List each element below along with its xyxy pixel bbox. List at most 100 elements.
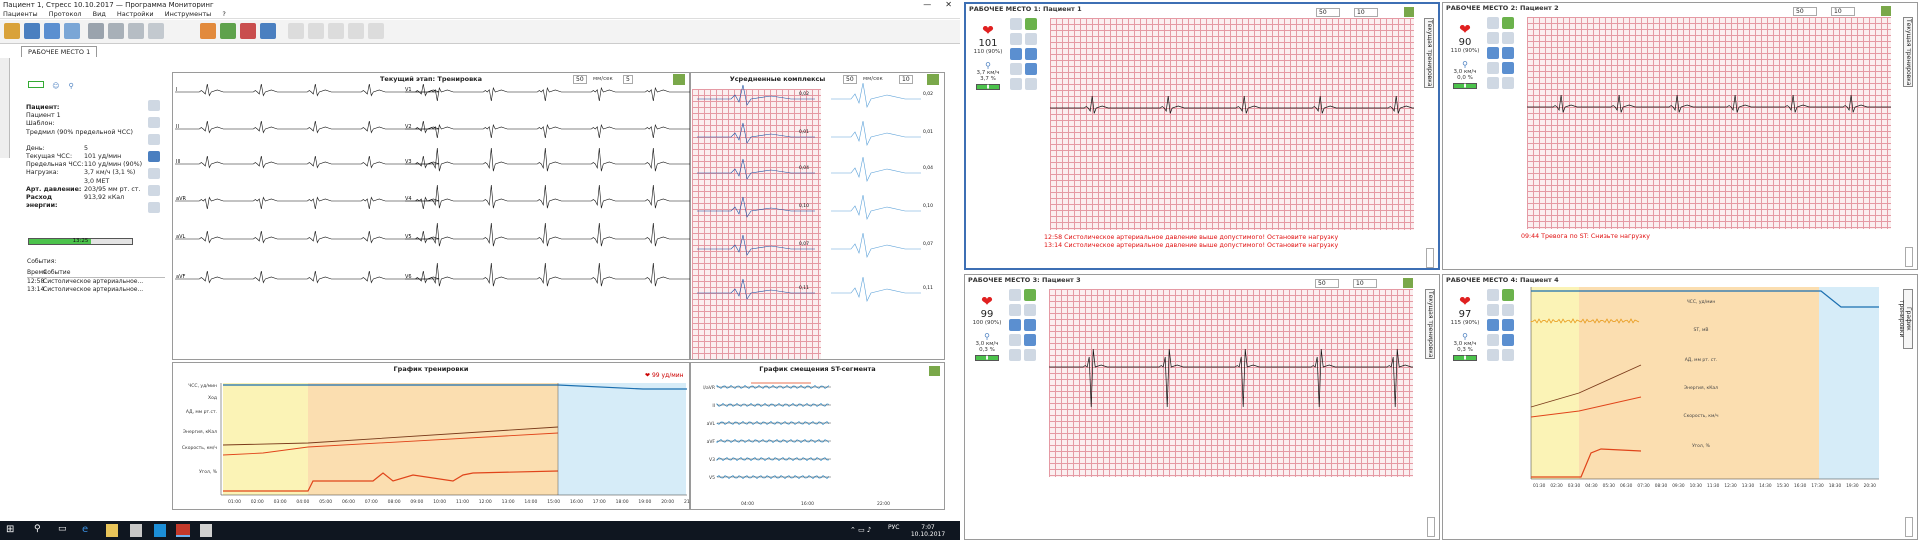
monitor-scrollbar[interactable] <box>1905 247 1913 267</box>
monitor-speed-select[interactable]: 50 <box>1316 8 1340 17</box>
layout-icon[interactable] <box>260 23 276 39</box>
side-tab[interactable]: Текущая тренировка <box>1424 18 1434 88</box>
edge-icon[interactable]: e <box>82 524 88 537</box>
search-icon[interactable]: ⚲ <box>34 524 41 537</box>
monitor-speed-select[interactable]: 50 <box>1315 279 1339 288</box>
monitor-tool-9-icon[interactable] <box>1010 78 1022 90</box>
cube-icon[interactable] <box>240 23 256 39</box>
monitor-tool-5-icon[interactable] <box>1487 47 1499 59</box>
explorer-icon[interactable] <box>106 524 118 537</box>
monitor-tool-2-icon[interactable] <box>1502 289 1514 301</box>
user-2-icon[interactable] <box>148 117 160 128</box>
minimize-icon[interactable]: — <box>923 0 931 9</box>
monitor-tool-8-icon[interactable] <box>1502 334 1514 346</box>
monitoring-app-icon[interactable] <box>176 524 190 537</box>
transfer-2-icon[interactable] <box>148 185 160 196</box>
patient-monitor-1[interactable]: РАБОЧЕЕ МЕСТО 1: Пациент 1 ❤ 101 110 (90… <box>964 2 1440 270</box>
monitor-tool-1-icon[interactable] <box>1010 18 1022 30</box>
monitor-tool-2-icon[interactable] <box>1024 289 1036 301</box>
side-tab[interactable]: Текущая тренировка <box>1903 17 1913 87</box>
monitor-settings-icon[interactable] <box>1404 7 1414 17</box>
monitor-tool-6-icon[interactable] <box>1025 48 1037 60</box>
monitor-tool-6-icon[interactable] <box>1502 319 1514 331</box>
task-view-icon[interactable]: ▭ <box>58 524 67 537</box>
menu-item-protocol[interactable]: Протокол <box>49 10 82 18</box>
monitor-settings-icon[interactable] <box>1881 6 1891 16</box>
monitor-gain-select[interactable]: 10 <box>1831 7 1855 16</box>
monitor-tool-6-icon[interactable] <box>1024 319 1036 331</box>
monitor-tool-7-icon[interactable] <box>1487 334 1499 346</box>
monitor-tool-3-icon[interactable] <box>1010 33 1022 45</box>
side-tabs[interactable] <box>0 58 10 158</box>
monitor-speed-select[interactable]: 50 <box>1793 7 1817 16</box>
person-icon[interactable]: ☺ <box>52 82 60 90</box>
monitor-tool-4-icon[interactable] <box>1502 32 1514 44</box>
side-tab[interactable]: График тренировки <box>1898 289 1913 349</box>
transfer-1-icon[interactable] <box>148 168 160 179</box>
monitor-icon[interactable] <box>44 23 60 39</box>
chart-icon[interactable] <box>148 23 164 39</box>
group-icon[interactable] <box>200 23 216 39</box>
monitor-tool-4-icon[interactable] <box>1024 304 1036 316</box>
ecg-icon[interactable] <box>64 23 80 39</box>
monitor-tool-5-icon[interactable] <box>1009 319 1021 331</box>
monitor-tool-9-icon[interactable] <box>1009 349 1021 361</box>
monitor-tool-4-icon[interactable] <box>1025 33 1037 45</box>
monitor-gain-select[interactable]: 10 <box>1354 8 1378 17</box>
user-3-icon[interactable] <box>148 134 160 145</box>
event-row[interactable]: 12:58 Систолическое артериальное... <box>27 278 165 286</box>
workplace-icon[interactable] <box>4 23 20 39</box>
report-icon[interactable] <box>108 23 124 39</box>
monitor-tool-10-icon[interactable] <box>1502 349 1514 361</box>
input-language[interactable]: РУС <box>888 524 899 537</box>
monitor-tool-6-icon[interactable] <box>1502 47 1514 59</box>
store-icon[interactable] <box>130 524 142 537</box>
monitor-scrollbar[interactable] <box>1427 517 1435 537</box>
menu-item-help[interactable]: ? <box>222 10 225 18</box>
monitor-tool-1-icon[interactable] <box>1487 289 1499 301</box>
skype-icon[interactable] <box>154 524 166 537</box>
monitor-tool-9-icon[interactable] <box>1487 349 1499 361</box>
monitor-tool-7-icon[interactable] <box>1010 63 1022 75</box>
tray-icons[interactable]: ⌃ ▭ ♪ <box>850 524 871 537</box>
users-icon[interactable] <box>220 23 236 39</box>
close-icon[interactable]: ✕ <box>945 0 952 9</box>
monitor-scrollbar[interactable] <box>1426 248 1434 268</box>
monitor-tool-2-icon[interactable] <box>1502 17 1514 29</box>
menu-item-view[interactable]: Вид <box>93 10 106 18</box>
tab-workplace-1[interactable]: РАБОЧЕЕ МЕСТО 1 <box>21 46 98 57</box>
event-row[interactable]: 13:14 Систолическое артериальное... <box>27 286 165 294</box>
chart-small-icon[interactable] <box>148 202 160 213</box>
monitor-tool-8-icon[interactable] <box>1502 62 1514 74</box>
monitor-settings-icon[interactable] <box>1403 278 1413 288</box>
patient-monitor-4[interactable]: РАБОЧЕЕ МЕСТО 4: Пациент 4 ❤ 97 115 (90%… <box>1442 274 1918 540</box>
app-icon[interactable] <box>200 524 212 537</box>
menu-item-tools[interactable]: Инструменты <box>165 10 212 18</box>
print-icon[interactable] <box>128 23 144 39</box>
monitor-tool-8-icon[interactable] <box>1025 63 1037 75</box>
monitor-tool-10-icon[interactable] <box>1025 78 1037 90</box>
monitor-tool-3-icon[interactable] <box>1487 32 1499 44</box>
windows-start-icon[interactable]: ⊞ <box>6 524 14 537</box>
monitor-tool-7-icon[interactable] <box>1487 62 1499 74</box>
monitor-tool-10-icon[interactable] <box>1024 349 1036 361</box>
monitor-tool-8-icon[interactable] <box>1024 334 1036 346</box>
monitor-tool-1-icon[interactable] <box>1487 17 1499 29</box>
run-icon[interactable]: ⚲ <box>68 82 76 90</box>
monitor-tool-4-icon[interactable] <box>1502 304 1514 316</box>
monitor-tool-3-icon[interactable] <box>1487 304 1499 316</box>
patient-monitor-2[interactable]: РАБОЧЕЕ МЕСТО 2: Пациент 2 ❤ 90 110 (90%… <box>1442 2 1918 270</box>
monitor-gain-select[interactable]: 10 <box>1353 279 1377 288</box>
system-clock[interactable]: 7:07 10.10.2017 <box>906 524 950 538</box>
patient-icon[interactable] <box>24 23 40 39</box>
menu-item-patients[interactable]: Пациенты <box>3 10 38 18</box>
settings-icon[interactable] <box>88 23 104 39</box>
monitor-tool-10-icon[interactable] <box>1502 77 1514 89</box>
monitor-scrollbar[interactable] <box>1905 517 1913 537</box>
patient-monitor-3[interactable]: РАБОЧЕЕ МЕСТО 3: Пациент 3 ❤ 99 100 (90%… <box>964 274 1440 540</box>
side-tab[interactable]: Текущая тренировка <box>1425 289 1435 359</box>
on-badge-icon[interactable] <box>28 81 44 88</box>
monitor-tool-5-icon[interactable] <box>1010 48 1022 60</box>
monitor-tool-1-icon[interactable] <box>1009 289 1021 301</box>
monitor-tool-3-icon[interactable] <box>1009 304 1021 316</box>
